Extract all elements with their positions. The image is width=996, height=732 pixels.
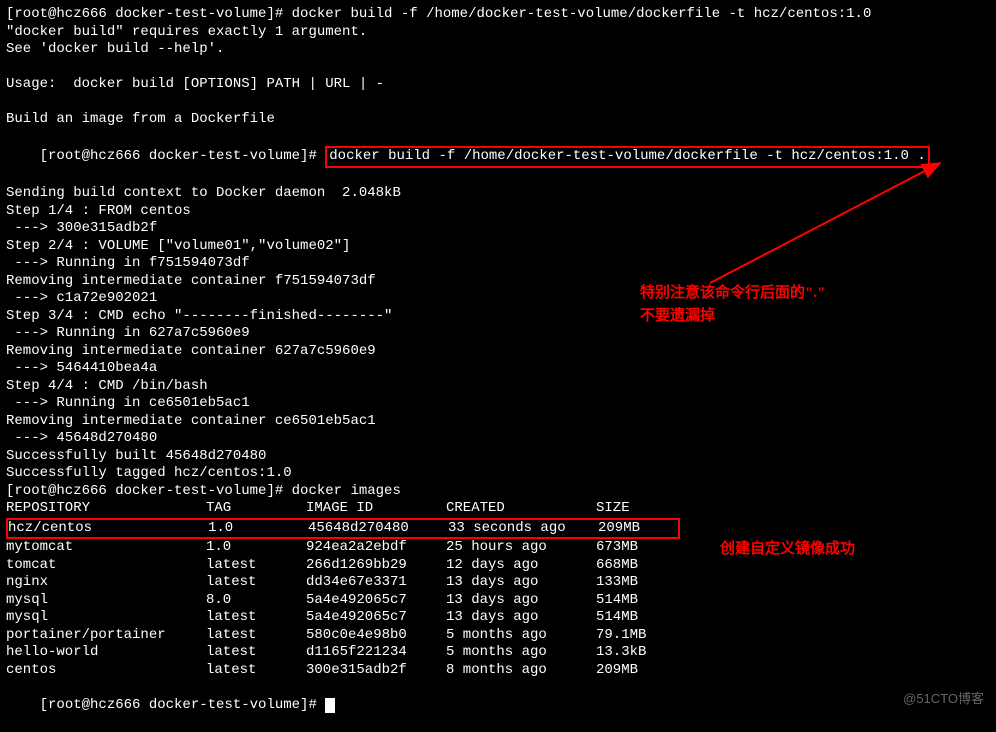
cell-image-id: dd34e67e3371: [306, 574, 446, 592]
build-output: Step 2/4 : VOLUME ["volume01","volume02"…: [6, 238, 990, 256]
cell-size: 209MB: [598, 520, 678, 538]
cell-repository: portainer/portainer: [6, 627, 206, 645]
build-output: Step 1/4 : FROM centos: [6, 203, 990, 221]
cell-image-id: 266d1269bb29: [306, 557, 446, 575]
cell-created: 12 days ago: [446, 557, 596, 575]
cell-tag: 1.0: [208, 520, 308, 538]
highlighted-command: docker build -f /home/docker-test-volume…: [325, 146, 930, 168]
cell-repository: nginx: [6, 574, 206, 592]
build-output: ---> 5464410bea4a: [6, 360, 990, 378]
header-size: SIZE: [596, 500, 676, 518]
build-output: Successfully tagged hcz/centos:1.0: [6, 465, 990, 483]
cell-created: 33 seconds ago: [448, 520, 598, 538]
cell-size: 514MB: [596, 609, 676, 627]
build-output: ---> 300e315adb2f: [6, 220, 990, 238]
cell-created: 13 days ago: [446, 574, 596, 592]
cell-size: 79.1MB: [596, 627, 676, 645]
cell-created: 25 hours ago: [446, 539, 596, 557]
build-output: Successfully built 45648d270480: [6, 448, 990, 466]
cell-repository: centos: [6, 662, 206, 680]
error-line: See 'docker build --help'.: [6, 41, 990, 59]
prompt: [root@hcz666 docker-test-volume]#: [40, 148, 326, 164]
cell-created: 5 months ago: [446, 644, 596, 662]
table-row: mysqllatest5a4e492065c713 days ago514MB: [6, 609, 990, 627]
cell-repository: hello-world: [6, 644, 206, 662]
cell-tag: 1.0: [206, 539, 306, 557]
cell-image-id: 5a4e492065c7: [306, 592, 446, 610]
prompt-line[interactable]: [root@hcz666 docker-test-volume]#: [6, 679, 990, 732]
cell-repository: tomcat: [6, 557, 206, 575]
cell-image-id: d1165f221234: [306, 644, 446, 662]
build-output: Removing intermediate container 627a7c59…: [6, 343, 990, 361]
table-row: hcz/centos1.045648d27048033 seconds ago2…: [6, 518, 680, 540]
cell-tag: latest: [206, 627, 306, 645]
build-output: Step 4/4 : CMD /bin/bash: [6, 378, 990, 396]
cell-tag: latest: [206, 644, 306, 662]
build-output: ---> c1a72e902021: [6, 290, 990, 308]
cell-tag: latest: [206, 574, 306, 592]
cell-image-id: 924ea2a2ebdf: [306, 539, 446, 557]
cell-created: 13 days ago: [446, 609, 596, 627]
cell-repository: mytomcat: [6, 539, 206, 557]
table-row: hello-worldlatestd1165f2212345 months ag…: [6, 644, 990, 662]
build-output: ---> 45648d270480: [6, 430, 990, 448]
cell-tag: latest: [206, 662, 306, 680]
blank: [6, 94, 990, 112]
annotation-text-1: 特别注意该命令行后面的".": [640, 284, 825, 303]
terminal-output[interactable]: [root@hcz666 docker-test-volume]# docker…: [6, 6, 990, 732]
cmd-line-1: [root@hcz666 docker-test-volume]# docker…: [6, 6, 990, 24]
annotation-text-2: 不要遗漏掉: [640, 307, 715, 326]
table-row: mysql8.05a4e492065c713 days ago514MB: [6, 592, 990, 610]
cell-image-id: 5a4e492065c7: [306, 609, 446, 627]
cell-repository: mysql: [6, 609, 206, 627]
cell-repository: hcz/centos: [8, 520, 208, 538]
cell-image-id: 300e315adb2f: [306, 662, 446, 680]
build-output: ---> Running in ce6501eb5ac1: [6, 395, 990, 413]
cmd-line-3: [root@hcz666 docker-test-volume]# docker…: [6, 483, 990, 501]
cell-created: 5 months ago: [446, 627, 596, 645]
table-row: centoslatest300e315adb2f8 months ago209M…: [6, 662, 990, 680]
usage-line: Usage: docker build [OPTIONS] PATH | URL…: [6, 76, 990, 94]
cell-tag: 8.0: [206, 592, 306, 610]
cell-size: 514MB: [596, 592, 676, 610]
header-image-id: IMAGE ID: [306, 500, 446, 518]
table-row: tomcatlatest266d1269bb2912 days ago668MB: [6, 557, 990, 575]
blank: [6, 59, 990, 77]
cell-repository: mysql: [6, 592, 206, 610]
cell-tag: latest: [206, 609, 306, 627]
prompt: [root@hcz666 docker-test-volume]#: [40, 697, 326, 713]
cell-created: 13 days ago: [446, 592, 596, 610]
header-created: CREATED: [446, 500, 596, 518]
cell-tag: latest: [206, 557, 306, 575]
build-output: Removing intermediate container f7515940…: [6, 273, 990, 291]
header-tag: TAG: [206, 500, 306, 518]
cell-image-id: 45648d270480: [308, 520, 448, 538]
cmd-line-2: [root@hcz666 docker-test-volume]# docker…: [6, 129, 990, 186]
build-output: Sending build context to Docker daemon 2…: [6, 185, 990, 203]
cursor: [325, 698, 335, 713]
cell-created: 8 months ago: [446, 662, 596, 680]
cell-size: 673MB: [596, 539, 676, 557]
cell-size: 133MB: [596, 574, 676, 592]
build-output: Step 3/4 : CMD echo "--------finished---…: [6, 308, 990, 326]
cell-size: 13.3kB: [596, 644, 676, 662]
annotation-text-3: 创建自定义镜像成功: [720, 540, 855, 559]
images-table-header: REPOSITORY TAG IMAGE ID CREATED SIZE: [6, 500, 990, 518]
table-row: portainer/portainerlatest580c0e4e98b05 m…: [6, 627, 990, 645]
table-row: nginxlatestdd34e67e337113 days ago133MB: [6, 574, 990, 592]
cell-size: 209MB: [596, 662, 676, 680]
build-output: ---> Running in 627a7c5960e9: [6, 325, 990, 343]
error-line: "docker build" requires exactly 1 argume…: [6, 24, 990, 42]
build-output: ---> Running in f751594073df: [6, 255, 990, 273]
header-repository: REPOSITORY: [6, 500, 206, 518]
build-output: Removing intermediate container ce6501eb…: [6, 413, 990, 431]
desc-line: Build an image from a Dockerfile: [6, 111, 990, 129]
cell-image-id: 580c0e4e98b0: [306, 627, 446, 645]
cell-size: 668MB: [596, 557, 676, 575]
watermark: @51CTO博客: [903, 691, 984, 707]
